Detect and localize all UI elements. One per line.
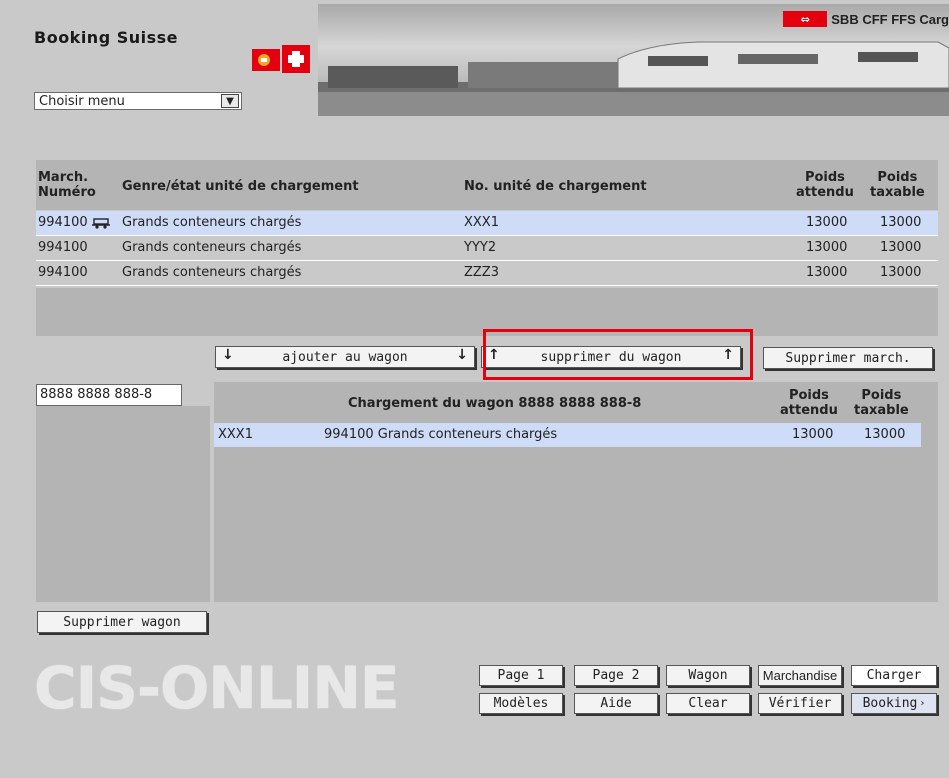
cis-online-watermark: CIS-ONLINE bbox=[34, 654, 400, 722]
booking-button[interactable]: Booking › bbox=[851, 693, 937, 714]
train-banner-image: ⇔ SBB CFF FFS Carg bbox=[318, 4, 949, 116]
arrow-down-icon: ↓ bbox=[222, 347, 234, 363]
col-march-num: March. Numéro bbox=[38, 170, 96, 200]
wagon-icon bbox=[92, 218, 110, 229]
sbb-logo-icon: ⇔ bbox=[783, 11, 828, 27]
wagon-col-poids-taxable: Poids taxable bbox=[854, 388, 909, 418]
charger-button[interactable]: Charger bbox=[851, 665, 937, 686]
wagon-number-field[interactable]: 8888 8888 888-8 bbox=[36, 384, 182, 406]
swiss-flag-logo-icon bbox=[252, 45, 310, 73]
list-item[interactable]: XXX1 994100 Grands conteneurs chargés 13… bbox=[214, 423, 921, 447]
wagon-table-title: Chargement du wagon 8888 8888 888-8 bbox=[348, 396, 642, 411]
clear-button[interactable]: Clear bbox=[666, 693, 750, 714]
col-genre: Genre/état unité de chargement bbox=[122, 179, 359, 194]
col-poids-attendu: Poids attendu bbox=[796, 170, 854, 200]
wagon-load-table: Chargement du wagon 8888 8888 888-8 Poid… bbox=[214, 382, 938, 602]
wagon-list-panel bbox=[36, 406, 210, 602]
verifier-button[interactable]: Vérifier bbox=[758, 693, 842, 714]
page-1-button[interactable]: Page 1 bbox=[479, 665, 563, 686]
add-to-wagon-button[interactable]: ↓ ajouter au wagon ↓ bbox=[215, 346, 475, 368]
arrow-down-icon: ↓ bbox=[456, 347, 468, 363]
delete-wagon-button[interactable]: Supprimer wagon bbox=[37, 611, 207, 633]
modeles-button[interactable]: Modèles bbox=[479, 693, 563, 714]
menu-select[interactable]: Choisir menu ▼ bbox=[34, 92, 242, 110]
wagon-col-poids-attendu: Poids attendu bbox=[780, 388, 838, 418]
table-row[interactable]: 994100 Grands conteneurs chargés YYY2 13… bbox=[36, 236, 938, 261]
menu-select-value: Choisir menu bbox=[39, 94, 125, 109]
page-2-button[interactable]: Page 2 bbox=[574, 665, 658, 686]
col-unit-no: No. unité de chargement bbox=[464, 179, 647, 194]
sbb-brand: ⇔ SBB CFF FFS Carg bbox=[783, 10, 949, 28]
table-row[interactable]: 994100 Grands conteneurs chargés XXX1 13… bbox=[36, 211, 938, 236]
aide-button[interactable]: Aide bbox=[574, 693, 658, 714]
marchandise-button[interactable]: Marchandise bbox=[758, 665, 842, 686]
sbb-brand-text: SBB CFF FFS Carg bbox=[831, 11, 949, 27]
col-poids-taxable: Poids taxable bbox=[870, 170, 925, 200]
app-title: Booking Suisse bbox=[34, 28, 179, 47]
chevron-right-icon: › bbox=[919, 698, 926, 709]
table-row[interactable]: 994100 Grands conteneurs chargés ZZZ3 13… bbox=[36, 261, 938, 286]
wagon-button[interactable]: Wagon bbox=[666, 665, 750, 686]
chevron-down-icon[interactable]: ▼ bbox=[221, 94, 239, 108]
delete-march-button[interactable]: Supprimer march. bbox=[763, 347, 933, 369]
highlight-box bbox=[483, 329, 753, 380]
shipment-table-header: March. Numéro Genre/état unité de charge… bbox=[36, 160, 938, 210]
